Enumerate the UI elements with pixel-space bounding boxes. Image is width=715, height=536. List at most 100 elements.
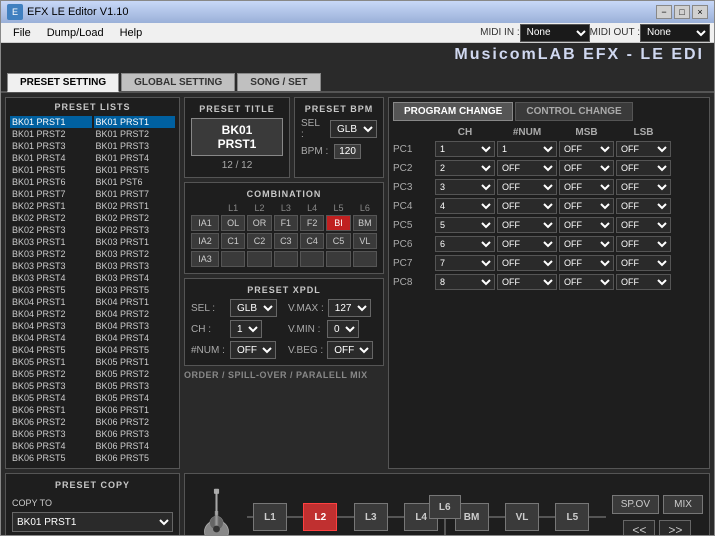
- pc-msb-select-5[interactable]: OFF: [559, 236, 614, 252]
- preset-list-item[interactable]: BK01 PRST5: [94, 164, 176, 176]
- combo-ia3-6[interactable]: [353, 251, 377, 267]
- chain-node-l3[interactable]: L3: [354, 503, 388, 531]
- preset-list-item[interactable]: BK06 PRST3: [94, 428, 176, 440]
- chain-node-vl[interactable]: VL: [505, 503, 539, 531]
- pc-num-select-0[interactable]: 1: [497, 141, 557, 157]
- pc-msb-select-1[interactable]: OFF: [559, 160, 614, 176]
- combo-ia3-1[interactable]: [221, 251, 245, 267]
- pc-lsb-select-4[interactable]: OFF: [616, 217, 671, 233]
- chain-node-l2[interactable]: L2: [303, 503, 337, 531]
- pc-msb-select-3[interactable]: OFF: [559, 198, 614, 214]
- pc-num-select-6[interactable]: OFF: [497, 255, 557, 271]
- combo-ia3-4[interactable]: [300, 251, 324, 267]
- preset-list-item[interactable]: BK04 PRST5: [94, 344, 176, 356]
- preset-list-item[interactable]: BK05 PRST1: [10, 356, 92, 368]
- xpdl-vmax-select[interactable]: 127: [328, 299, 371, 317]
- minimize-button[interactable]: −: [656, 5, 672, 19]
- tab-program-change[interactable]: PROGRAM CHANGE: [393, 102, 513, 121]
- chain-node-l5[interactable]: L5: [555, 503, 589, 531]
- preset-list-item[interactable]: BK04 PRST2: [10, 308, 92, 320]
- pc-num-select-3[interactable]: OFF: [497, 198, 557, 214]
- preset-list-item[interactable]: BK06 PRST5: [94, 452, 176, 464]
- preset-col-1[interactable]: BK01 PRST1BK01 PRST2BK01 PRST3BK01 PRST4…: [10, 116, 92, 464]
- preset-list-item[interactable]: BK04 PRST4: [94, 332, 176, 344]
- menu-file[interactable]: File: [5, 25, 39, 41]
- preset-list-item[interactable]: BK04 PRST3: [10, 320, 92, 332]
- chain-node-l6-elevated[interactable]: L6: [429, 495, 461, 519]
- tab-control-change[interactable]: CONTROL CHANGE: [515, 102, 632, 121]
- preset-list-item[interactable]: BK02 PRST1: [94, 200, 176, 212]
- pc-msb-select-4[interactable]: OFF: [559, 217, 614, 233]
- mix-button[interactable]: MIX: [663, 495, 703, 514]
- combo-ia1-ol[interactable]: OL: [221, 215, 245, 231]
- chain-node-l1[interactable]: L1: [253, 503, 287, 531]
- menu-dumpload[interactable]: Dump/Load: [39, 25, 112, 41]
- preset-list-item[interactable]: BK06 PRST1: [10, 404, 92, 416]
- pc-lsb-select-5[interactable]: OFF: [616, 236, 671, 252]
- combo-ia3-5[interactable]: [326, 251, 350, 267]
- preset-list-item[interactable]: BK01 PRST1: [94, 116, 176, 128]
- tab-song-set[interactable]: SONG / SET: [237, 73, 320, 91]
- preset-list-item[interactable]: BK03 PRST3: [94, 260, 176, 272]
- combo-ia1-f1[interactable]: F1: [274, 215, 298, 231]
- preset-list-item[interactable]: BK01 PRST2: [10, 128, 92, 140]
- combo-ia1-f2[interactable]: F2: [300, 215, 324, 231]
- xpdl-vbeg-select[interactable]: OFF: [327, 341, 373, 359]
- midi-out-select[interactable]: None: [640, 24, 710, 42]
- preset-list-item[interactable]: BK02 PRST1: [10, 200, 92, 212]
- pc-lsb-select-2[interactable]: OFF: [616, 179, 671, 195]
- preset-list-item[interactable]: BK03 PRST2: [94, 248, 176, 260]
- preset-list-item[interactable]: BK06 PRST1: [94, 404, 176, 416]
- bpm-sel-select[interactable]: GLB: [330, 120, 377, 138]
- combo-ia2-c3[interactable]: C3: [274, 233, 298, 249]
- preset-list-item[interactable]: BK03 PRST5: [10, 284, 92, 296]
- preset-list-item[interactable]: BK03 PRST4: [94, 272, 176, 284]
- pc-ch-select-2[interactable]: 3: [435, 179, 495, 195]
- prev-button[interactable]: <<: [623, 520, 655, 536]
- pc-msb-select-2[interactable]: OFF: [559, 179, 614, 195]
- preset-list-item[interactable]: BK01 PRST5: [10, 164, 92, 176]
- pc-ch-select-7[interactable]: 8: [435, 274, 495, 290]
- preset-list-item[interactable]: BK02 PRST3: [94, 224, 176, 236]
- spov-button[interactable]: SP.OV: [612, 495, 659, 514]
- preset-list-item[interactable]: BK04 PRST1: [94, 296, 176, 308]
- preset-list-item[interactable]: BK03 PRST4: [10, 272, 92, 284]
- preset-list-item[interactable]: BK02 PRST3: [10, 224, 92, 236]
- preset-list-item[interactable]: BK05 PRST4: [94, 392, 176, 404]
- maximize-button[interactable]: □: [674, 5, 690, 19]
- pc-lsb-select-7[interactable]: OFF: [616, 274, 671, 290]
- preset-list-item[interactable]: BK06 PRST2: [10, 416, 92, 428]
- next-button[interactable]: >>: [659, 520, 691, 536]
- preset-list-item[interactable]: BK05 PRST2: [94, 368, 176, 380]
- preset-list-item[interactable]: BK05 PRST4: [10, 392, 92, 404]
- preset-col-2[interactable]: BK01 PRST1BK01 PRST2BK01 PRST3BK01 PRST4…: [94, 116, 176, 464]
- preset-list-item[interactable]: BK01 PRST7: [10, 188, 92, 200]
- preset-list-item[interactable]: BK05 PRST2: [10, 368, 92, 380]
- copy-to-select[interactable]: BK01 PRST1: [12, 512, 173, 532]
- preset-list-item[interactable]: BK01 PRST1: [10, 116, 92, 128]
- combo-ia2-c5[interactable]: C5: [326, 233, 350, 249]
- pc-ch-select-4[interactable]: 5: [435, 217, 495, 233]
- combo-ia1-bm[interactable]: BM: [353, 215, 377, 231]
- preset-list-item[interactable]: BK05 PRST1: [94, 356, 176, 368]
- midi-in-select[interactable]: None: [520, 24, 590, 42]
- preset-list-item[interactable]: BK05 PRST3: [94, 380, 176, 392]
- preset-list-item[interactable]: BK04 PRST5: [10, 344, 92, 356]
- preset-list-item[interactable]: BK06 PRST4: [94, 440, 176, 452]
- pc-ch-select-6[interactable]: 7: [435, 255, 495, 271]
- preset-list-item[interactable]: BK03 PRST1: [10, 236, 92, 248]
- combo-ia2-c1[interactable]: C1: [221, 233, 245, 249]
- preset-list-item[interactable]: BK06 PRST4: [10, 440, 92, 452]
- pc-msb-select-0[interactable]: OFF: [559, 141, 614, 157]
- tab-global-setting[interactable]: GLOBAL SETTING: [121, 73, 235, 91]
- xpdl-vmin-select[interactable]: 0: [327, 320, 359, 338]
- preset-list-item[interactable]: BK06 PRST5: [10, 452, 92, 464]
- preset-list-item[interactable]: BK06 PRST3: [10, 428, 92, 440]
- preset-list-item[interactable]: BK04 PRST1: [10, 296, 92, 308]
- preset-list-item[interactable]: BK04 PRST2: [94, 308, 176, 320]
- combo-ia1-bi[interactable]: BI: [326, 215, 350, 231]
- preset-list-item[interactable]: BK03 PRST5: [94, 284, 176, 296]
- pc-lsb-select-3[interactable]: OFF: [616, 198, 671, 214]
- combo-ia2-vl[interactable]: VL: [353, 233, 377, 249]
- preset-title-button[interactable]: BK01 PRST1: [191, 118, 283, 156]
